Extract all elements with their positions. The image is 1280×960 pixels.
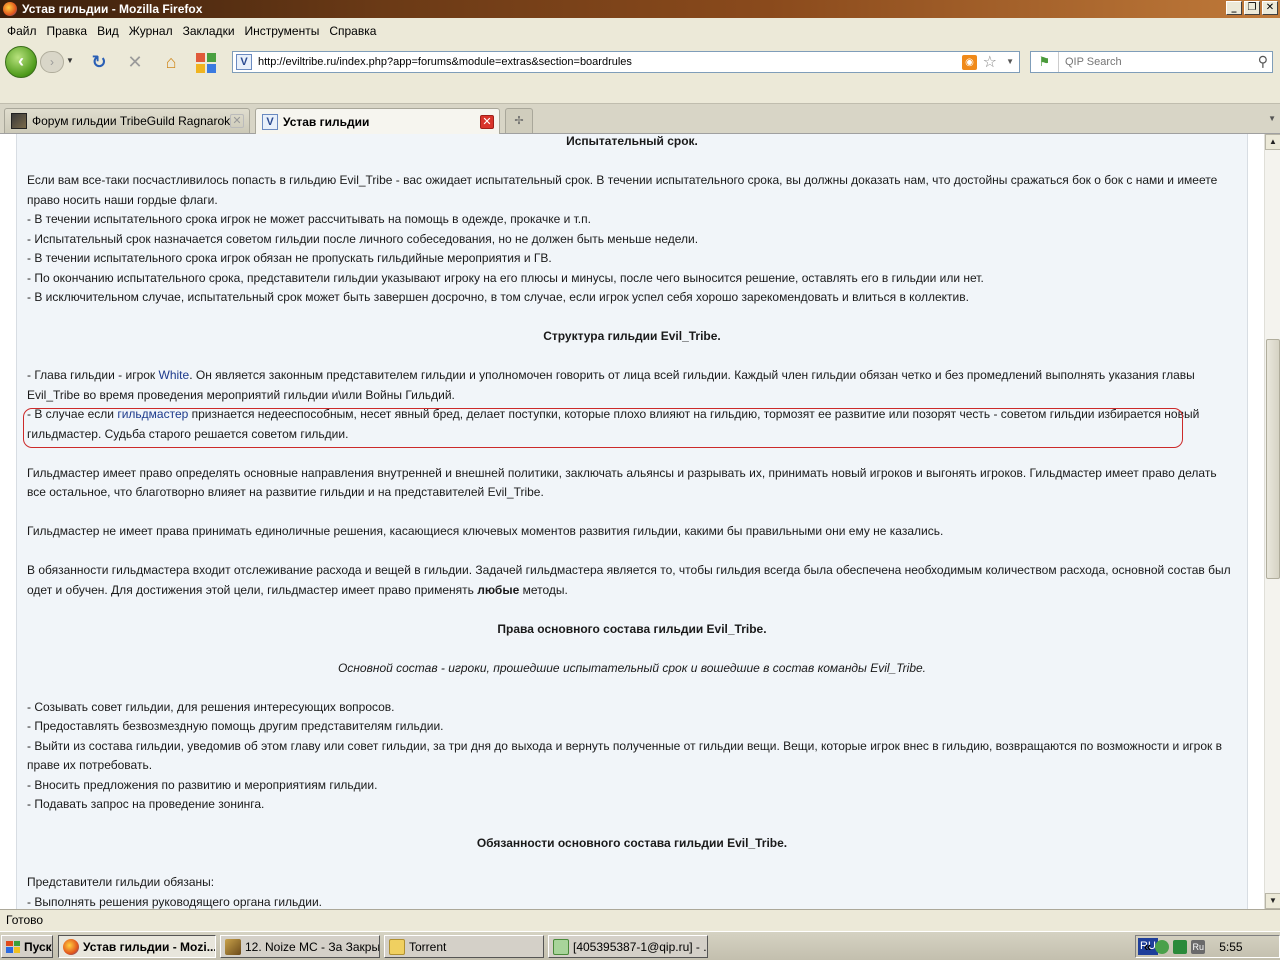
window-titlebar[interactable]: Устав гильдии - Mozilla Firefox _ ❐ ✕ xyxy=(0,0,1280,18)
forward-button[interactable]: › xyxy=(40,51,64,73)
firefox-icon xyxy=(3,2,17,16)
search-icon[interactable]: ⚲ xyxy=(1258,53,1268,70)
vertical-scrollbar[interactable]: ▲ ▼ xyxy=(1264,134,1280,909)
tab-guild-rules[interactable]: V Устав гильдии ✕ xyxy=(255,108,500,134)
task-music[interactable]: 12. Noize MC - За Закры... xyxy=(220,935,380,958)
keyboard-layout-icon[interactable]: Ru xyxy=(1191,939,1206,954)
windows-taskbar: Пуск Устав гильдии - Mozi... 12. Noize M… xyxy=(0,931,1280,960)
tab-forum[interactable]: Форум гильдии TribeGuild Ragnarok O... ✕ xyxy=(4,108,250,133)
heading-duties: Обязанности основного состава гильдии Ev… xyxy=(476,836,788,850)
heading-probation: Испытательный срок. xyxy=(566,134,698,148)
close-button[interactable]: ✕ xyxy=(1262,1,1278,15)
heading-structure: Структура гильдии Evil_Tribe. xyxy=(543,329,721,343)
list-item: - В исключительном случае, испытательный… xyxy=(27,290,969,304)
scroll-down-icon[interactable]: ▼ xyxy=(1265,893,1280,909)
list-item: - Выйти из состава гильдии, уведомив об … xyxy=(27,738,1222,773)
page-content: Испытательный срок. Если вам все-таки по… xyxy=(16,134,1248,909)
clock: 5:55 xyxy=(1219,939,1243,954)
leader-link[interactable]: White xyxy=(159,368,190,382)
bookmarks-toolbar xyxy=(0,80,1280,104)
tribe-favicon-icon xyxy=(11,113,27,129)
start-button[interactable]: Пуск xyxy=(1,935,53,958)
start-label: Пуск xyxy=(24,939,52,954)
core-definition: Основной состав - игроки, прошедшие испы… xyxy=(337,660,927,675)
menu-bar: Файл Правка Вид Журнал Закладки Инструме… xyxy=(0,20,1280,42)
tab-list-dropdown-icon[interactable]: ▼ xyxy=(1268,114,1276,123)
list-item: - По окончанию испытательного срока, пре… xyxy=(27,270,984,285)
bookmark-star-icon[interactable]: ☆ xyxy=(983,52,997,72)
page-viewport: Испытательный срок. Если вам все-таки по… xyxy=(0,134,1264,909)
highlight-outline xyxy=(23,408,1183,448)
list-item: - В течении испытательного срока игрок о… xyxy=(27,251,552,265)
list-item: - Предоставлять безвозмездную помощь дру… xyxy=(27,719,444,733)
tab-label: Форум гильдии TribeGuild Ragnarok O... xyxy=(32,114,230,128)
qip-status-icon[interactable] xyxy=(1155,939,1170,954)
task-torrent[interactable]: Torrent xyxy=(384,935,544,958)
scroll-thumb[interactable] xyxy=(1266,339,1280,579)
menu-history[interactable]: Журнал xyxy=(124,24,178,38)
list-item: - Выполнять решения руководящего органа … xyxy=(27,894,323,909)
folder-icon xyxy=(389,938,405,955)
search-engine-icon[interactable]: ⚑ xyxy=(1031,52,1059,72)
music-player-icon xyxy=(225,938,241,955)
menu-tools[interactable]: Инструменты xyxy=(240,24,325,38)
new-tab-button[interactable]: ✢ xyxy=(505,108,533,133)
probation-intro: Если вам все-таки посчастливилось попаст… xyxy=(27,173,1218,207)
gm-duties-paragraph: В обязанности гильдмастера входит отслеж… xyxy=(27,563,1231,597)
list-item: - Вносить предложения по развитию и меро… xyxy=(27,777,378,792)
list-item: - В течении испытательного срока игрок н… xyxy=(27,212,591,226)
tray-expand-icon[interactable]: « xyxy=(1144,939,1151,954)
search-bar[interactable]: ⚑ ⚲ xyxy=(1030,51,1273,73)
heading-rights: Права основного состава гильдии Evil_Tri… xyxy=(497,621,767,636)
site-favicon-icon: V xyxy=(262,113,278,130)
site-favicon: V xyxy=(236,54,252,70)
task-qip[interactable]: [405395387-1@qip.ru] - ... xyxy=(548,935,708,958)
tab-label: Устав гильдии xyxy=(283,114,370,129)
rss-feed-icon[interactable]: ◉ xyxy=(962,55,977,70)
window-title: Устав гильдии - Mozilla Firefox xyxy=(22,2,203,16)
menu-edit[interactable]: Правка xyxy=(42,24,93,38)
windows-logo-icon xyxy=(6,940,20,953)
menu-file[interactable]: Файл xyxy=(2,24,42,38)
back-button[interactable]: ‹ xyxy=(5,46,37,78)
firefox-icon xyxy=(63,938,79,955)
gm-limits-paragraph: Гильдмастер не имеет права принимать еди… xyxy=(27,524,944,538)
list-item: - Испытательный срок назначается советом… xyxy=(27,231,699,246)
list-item: - Созывать совет гильдии, для решения ин… xyxy=(27,699,395,714)
history-dropdown-icon[interactable]: ▼ xyxy=(66,56,74,65)
home-icon[interactable]: ⌂ xyxy=(160,51,182,73)
minimize-button[interactable]: _ xyxy=(1226,1,1242,15)
navigation-toolbar: ‹ › ▼ ↻ ✕ ⌂ V http://eviltribe.ru/index.… xyxy=(0,42,1280,80)
url-text[interactable]: http://eviltribe.ru/index.php?app=forums… xyxy=(258,56,632,68)
qip-chat-icon xyxy=(553,938,569,955)
scroll-up-icon[interactable]: ▲ xyxy=(1265,134,1280,150)
menu-view[interactable]: Вид xyxy=(92,24,124,38)
address-bar[interactable]: V http://eviltribe.ru/index.php?app=foru… xyxy=(232,51,1020,73)
search-input[interactable] xyxy=(1065,56,1245,68)
system-tray: « Ru 5:55 xyxy=(1135,935,1280,958)
duties-intro: Представители гильдии обязаны: xyxy=(27,875,215,889)
close-tab-icon[interactable]: ✕ xyxy=(480,114,494,129)
close-tab-icon[interactable]: ✕ xyxy=(230,114,244,128)
leader-paragraph: - Глава гильдии - игрок White. Он являет… xyxy=(27,368,1195,402)
reload-icon[interactable]: ↻ xyxy=(88,51,110,73)
task-firefox[interactable]: Устав гильдии - Mozi... xyxy=(58,935,216,958)
gm-rights-paragraph: Гильдмастер имеет право определять основ… xyxy=(27,465,1217,500)
menu-bookmarks[interactable]: Закладки xyxy=(178,24,240,38)
menu-help[interactable]: Справка xyxy=(324,24,381,38)
url-dropdown-icon[interactable]: ▼ xyxy=(1006,57,1014,66)
maximize-button[interactable]: ❐ xyxy=(1244,1,1260,15)
guild-rules-text: Испытательный срок. Если вам все-таки по… xyxy=(27,134,1237,909)
list-item: - Подавать запрос на проведение зонинга. xyxy=(27,797,265,811)
app-tray-icon[interactable] xyxy=(1173,939,1188,954)
tab-strip: Форум гильдии TribeGuild Ragnarok O... ✕… xyxy=(0,104,1280,134)
status-bar: Готово xyxy=(0,909,1280,931)
speed-dial-icon[interactable] xyxy=(196,53,216,73)
stop-icon[interactable]: ✕ xyxy=(124,51,146,73)
